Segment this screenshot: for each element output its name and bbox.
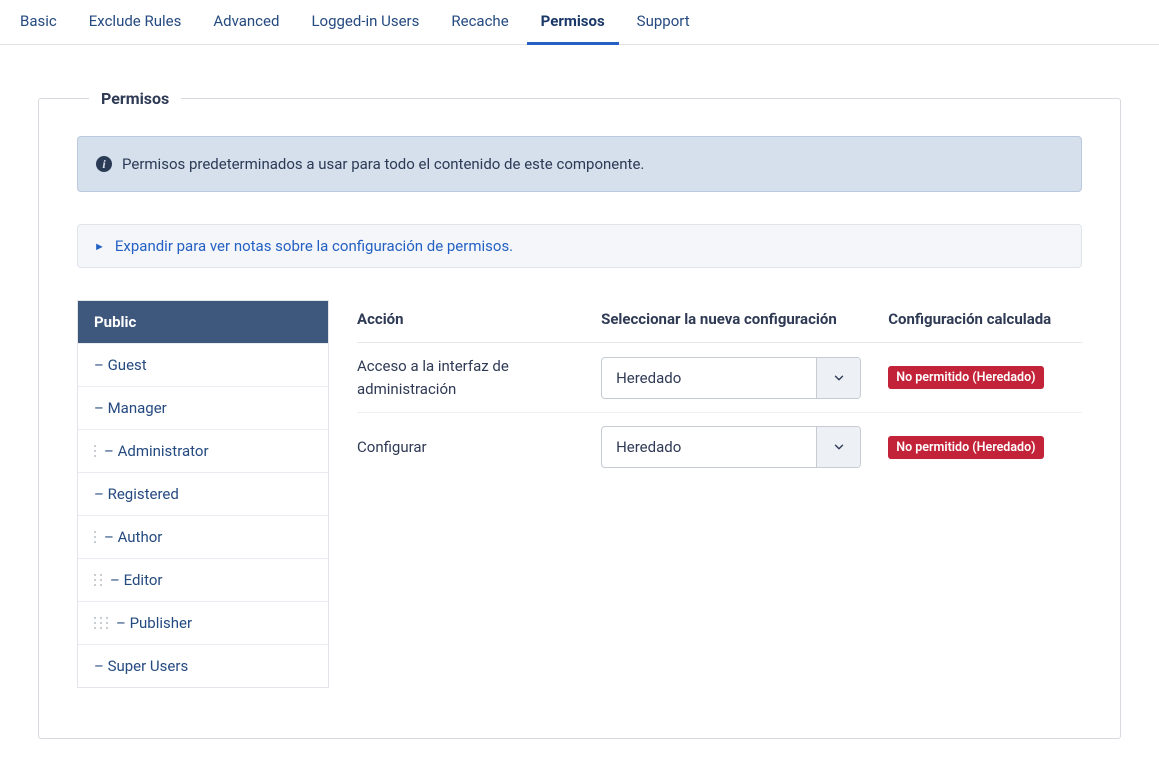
table-row: Configurar Heredado No permitido (Hereda… [357, 413, 1082, 481]
select-value: Heredado [602, 427, 816, 467]
group-author[interactable]: – Author [78, 516, 328, 559]
group-public[interactable]: Public [78, 301, 328, 344]
permissions-fieldset: Permisos i Permisos predeterminados a us… [38, 89, 1121, 739]
chevron-down-icon [816, 427, 860, 467]
permissions-table: Acción Seleccionar la nueva configuració… [357, 300, 1082, 481]
tab-logged-in-users[interactable]: Logged-in Users [297, 0, 433, 44]
group-label: – Author [104, 528, 162, 546]
tree-indent-icon [94, 574, 102, 586]
status-badge: No permitido (Heredado) [888, 366, 1043, 389]
tab-permisos[interactable]: Permisos [527, 0, 619, 44]
tab-label: Recache [451, 12, 508, 30]
tab-label: Support [637, 12, 690, 30]
tab-label: Basic [20, 12, 57, 30]
tab-label: Advanced [213, 12, 279, 30]
action-label: Configurar [357, 436, 583, 459]
group-super-users[interactable]: – Super Users [78, 645, 328, 687]
top-tabs: Basic Exclude Rules Advanced Logged-in U… [0, 0, 1159, 45]
header-calculated: Configuración calculada [888, 310, 1082, 328]
group-label: – Manager [94, 399, 167, 417]
group-guest[interactable]: – Guest [78, 344, 328, 387]
caret-right-icon: ► [94, 240, 105, 253]
usergroup-list: Public – Guest – Manager – Administrator… [77, 300, 329, 688]
tab-label: Permisos [541, 12, 605, 30]
tab-label: Exclude Rules [89, 12, 182, 30]
group-label: – Administrator [104, 442, 209, 460]
tab-support[interactable]: Support [623, 0, 704, 44]
group-label: – Guest [94, 356, 147, 374]
group-label: Public [94, 313, 136, 331]
select-value: Heredado [602, 358, 816, 398]
group-label: – Super Users [94, 657, 188, 675]
tree-indent-icon [94, 617, 108, 629]
group-administrator[interactable]: – Administrator [78, 430, 328, 473]
setting-select[interactable]: Heredado [601, 426, 861, 468]
group-label: – Registered [94, 485, 179, 503]
expand-notes-label: Expandir para ver notas sobre la configu… [115, 237, 513, 255]
info-banner-text: Permisos predeterminados a usar para tod… [122, 155, 644, 173]
group-editor[interactable]: – Editor [78, 559, 328, 602]
fieldset-legend: Permisos [89, 89, 181, 108]
group-label: – Editor [110, 571, 162, 589]
info-banner: i Permisos predeterminados a usar para t… [77, 136, 1082, 192]
expand-notes-toggle[interactable]: ► Expandir para ver notas sobre la confi… [77, 224, 1082, 268]
status-badge: No permitido (Heredado) [888, 436, 1043, 459]
tab-exclude-rules[interactable]: Exclude Rules [75, 0, 196, 44]
setting-select[interactable]: Heredado [601, 357, 861, 399]
tab-advanced[interactable]: Advanced [199, 0, 293, 44]
table-header: Acción Seleccionar la nueva configuració… [357, 300, 1082, 343]
header-setting: Seleccionar la nueva configuración [601, 310, 870, 328]
header-action: Acción [357, 310, 583, 328]
table-row: Acceso a la interfaz de administración H… [357, 343, 1082, 413]
tab-label: Logged-in Users [311, 12, 419, 30]
tab-recache[interactable]: Recache [437, 0, 522, 44]
group-manager[interactable]: – Manager [78, 387, 328, 430]
tree-indent-icon [94, 445, 96, 457]
group-publisher[interactable]: – Publisher [78, 602, 328, 645]
group-label: – Publisher [116, 614, 192, 632]
info-icon: i [96, 156, 112, 172]
chevron-down-icon [816, 358, 860, 398]
action-label: Acceso a la interfaz de administración [357, 355, 583, 400]
tab-basic[interactable]: Basic [6, 0, 71, 44]
group-registered[interactable]: – Registered [78, 473, 328, 516]
tree-indent-icon [94, 531, 96, 543]
